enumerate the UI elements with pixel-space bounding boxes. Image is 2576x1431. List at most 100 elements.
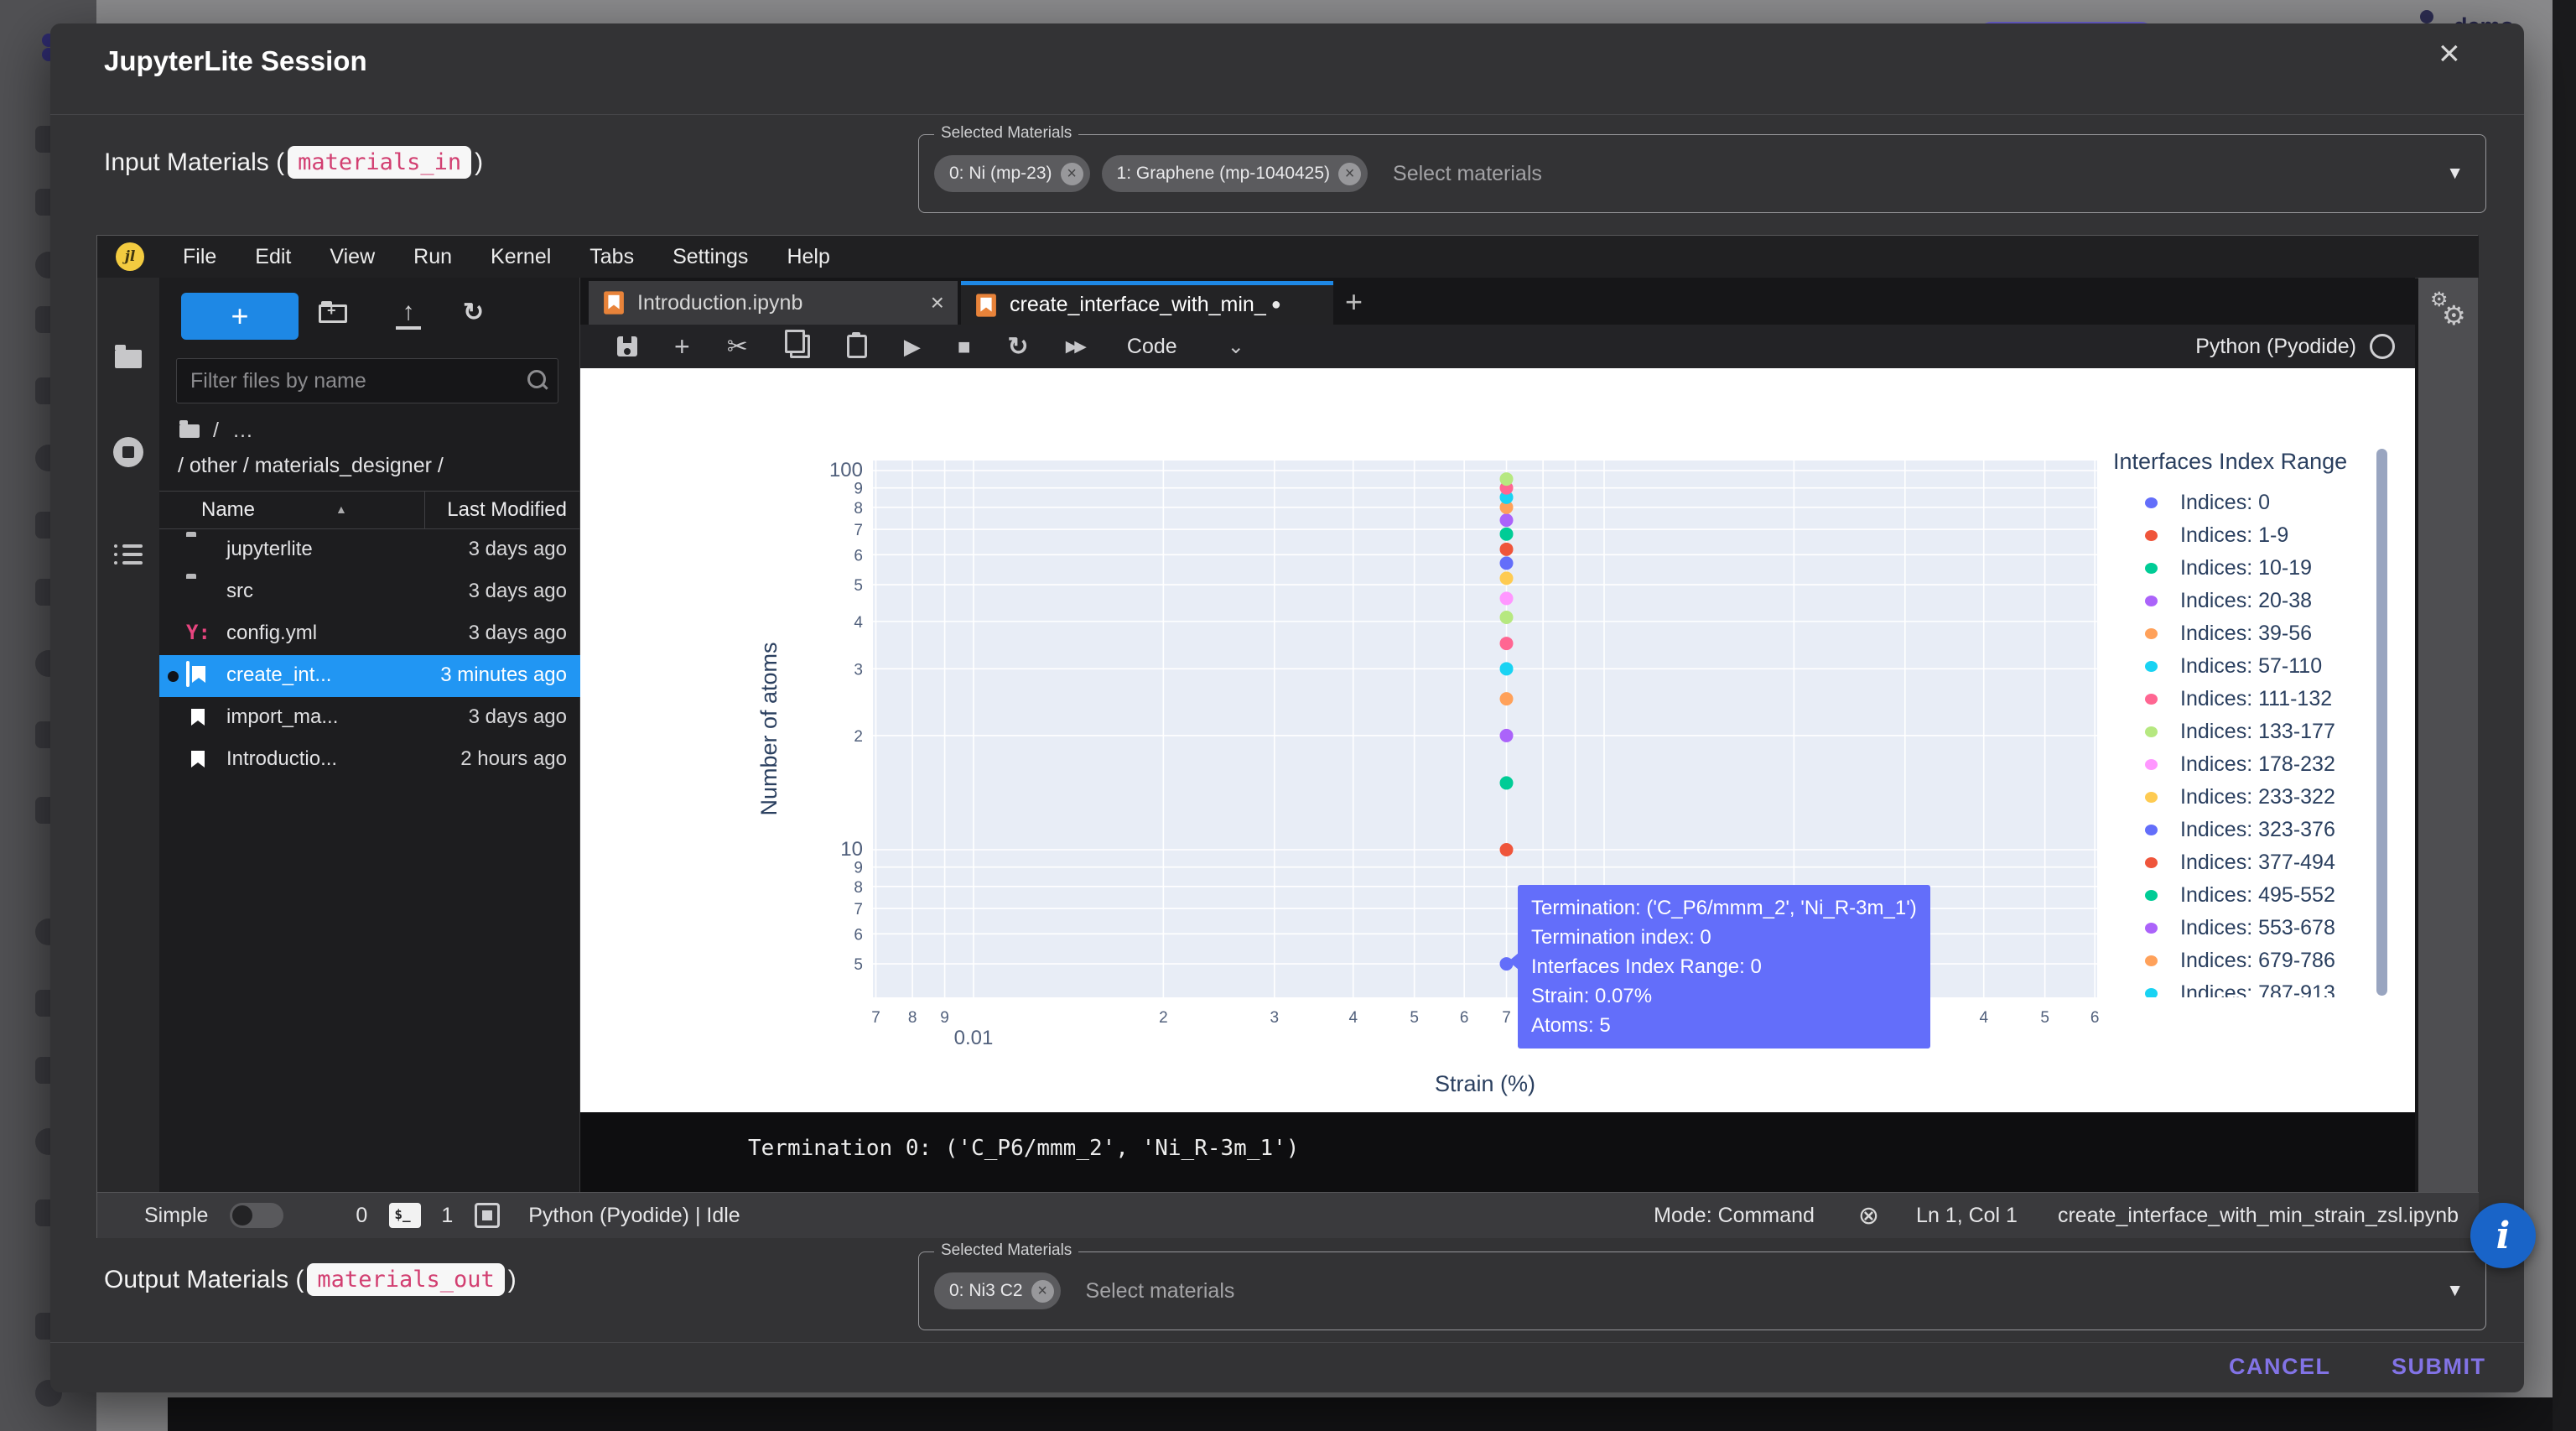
chip-remove-icon[interactable]: × (1061, 163, 1083, 185)
legend-entry[interactable]: Indices: 377-494 (2108, 846, 2402, 879)
file-name[interactable]: jupyterlite (226, 538, 313, 561)
new-launcher-button[interactable]: + (181, 293, 299, 340)
cell-type-select[interactable]: Code (1127, 335, 1177, 359)
restart-kernel-icon[interactable]: ↻ (1008, 332, 1029, 362)
file-name[interactable]: import_ma... (226, 705, 338, 729)
legend-entry[interactable]: Indices: 57-110 (2108, 650, 2402, 683)
svg-text:9: 9 (940, 1009, 949, 1027)
menu-item-tabs[interactable]: Tabs (589, 245, 634, 269)
legend-entry[interactable]: Indices: 0 (2108, 487, 2402, 519)
breadcrumb-path[interactable]: / other / materials_designer / (178, 454, 444, 478)
upload-icon[interactable]: ↑ (396, 298, 421, 330)
filter-files-input[interactable]: Filter files by name (176, 358, 558, 403)
insert-cell-icon[interactable]: + (674, 331, 690, 362)
refresh-icon[interactable]: ↻ (463, 298, 484, 327)
home-folder-icon[interactable] (179, 424, 200, 438)
file-name[interactable]: config.yml (226, 622, 317, 645)
menu-item-view[interactable]: View (330, 245, 375, 269)
breadcrumb-ellipsis[interactable]: … (232, 419, 253, 443)
svg-text:3: 3 (854, 661, 863, 679)
output-materials-select[interactable]: Selected Materials 0: Ni3 C2×Select mate… (918, 1251, 2486, 1330)
copy-icon[interactable] (785, 335, 810, 358)
select-placeholder[interactable]: Select materials (1086, 1279, 1235, 1304)
kernel-chip-icon[interactable] (475, 1203, 500, 1228)
menu-item-help[interactable]: Help (787, 245, 829, 269)
file-row[interactable]: Introductio...2 hours ago (159, 739, 580, 781)
add-tab-icon[interactable]: + (1345, 284, 1363, 320)
kernel-status-text[interactable]: Python (Pyodide) | Idle (528, 1204, 740, 1228)
menu-item-settings[interactable]: Settings (673, 245, 748, 269)
chevron-down-icon[interactable]: ▼ (2446, 164, 2464, 184)
tab-create-interface[interactable]: create_interface_with_min_ ● (961, 281, 1333, 325)
terminal-icon[interactable]: $_ (389, 1203, 421, 1228)
legend-entry[interactable]: Indices: 553-678 (2108, 912, 2402, 944)
terminals-count[interactable]: 0 (356, 1204, 367, 1228)
legend-scrollbar[interactable] (2376, 449, 2387, 996)
legend-entry[interactable]: Indices: 495-552 (2108, 879, 2402, 912)
menu-item-run[interactable]: Run (413, 245, 452, 269)
new-folder-icon[interactable] (319, 304, 347, 323)
stop-icon[interactable]: ■ (958, 334, 971, 360)
material-chip[interactable]: 0: Ni3 C2× (934, 1272, 1061, 1309)
file-list: jupyterlite3 days agosrc3 days ago Y: conf… (159, 529, 580, 781)
select-placeholder[interactable]: Select materials (1393, 162, 1542, 186)
legend-entry[interactable]: Indices: 20-38 (2108, 585, 2402, 617)
legend-entry[interactable]: Indices: 178-232 (2108, 748, 2402, 781)
mode-indicator[interactable]: Mode: Command (1654, 1204, 1815, 1228)
close-icon[interactable]: × (2438, 35, 2460, 72)
material-chip[interactable]: 0: Ni (mp-23)× (934, 155, 1090, 192)
chip-remove-icon[interactable]: × (1031, 1280, 1054, 1303)
chevron-down-icon[interactable]: ⌄ (1228, 335, 1244, 359)
file-name[interactable]: src (226, 580, 253, 603)
file-list-header[interactable]: Name ▲ Last Modified (159, 491, 580, 529)
yaml-file-icon: Y: (186, 621, 210, 645)
kernel-name[interactable]: Python (Pyodide) (2195, 335, 2356, 359)
column-last-modified[interactable]: Last Modified (447, 498, 567, 522)
simple-mode-toggle[interactable] (230, 1203, 283, 1228)
legend-entry[interactable]: Indices: 111-132 (2108, 683, 2402, 716)
tab-close-icon[interactable]: × (931, 289, 944, 316)
legend-entry[interactable]: Indices: 133-177 (2108, 716, 2402, 748)
legend-entry[interactable]: Indices: 233-322 (2108, 781, 2402, 814)
menu-item-file[interactable]: File (183, 245, 216, 269)
cut-icon[interactable]: ✂ (727, 332, 748, 362)
tab-introduction-ipynb[interactable]: Introduction.ipynb × (589, 281, 958, 325)
legend-entry[interactable]: Indices: 10-19 (2108, 552, 2402, 585)
file-row[interactable]: Y:config.yml3 days ago (159, 613, 580, 655)
legend-title: Interfaces Index Range (2113, 449, 2402, 475)
table-of-contents-tab-icon[interactable] (97, 544, 159, 566)
running-kernels-tab-icon[interactable] (97, 437, 159, 467)
chevron-down-icon[interactable]: ▼ (2446, 1281, 2464, 1301)
file-browser-tab-icon[interactable] (97, 350, 159, 368)
breadcrumb[interactable]: / … (179, 419, 253, 443)
kernels-count[interactable]: 1 (441, 1204, 453, 1228)
legend-entry[interactable]: Indices: 39-56 (2108, 617, 2402, 650)
material-chip[interactable]: 1: Graphene (mp-1040425)× (1102, 155, 1368, 192)
file-name[interactable]: Introductio... (226, 747, 337, 771)
menu-item-edit[interactable]: Edit (255, 245, 291, 269)
cancel-button[interactable]: CANCEL (2229, 1354, 2331, 1380)
legend-entry[interactable]: Indices: 679-786 (2108, 944, 2402, 977)
svg-text:8: 8 (854, 879, 863, 897)
input-materials-select[interactable]: Selected Materials 0: Ni (mp-23)×1: Grap… (918, 134, 2486, 213)
submit-button[interactable]: SUBMIT (2392, 1354, 2486, 1380)
chip-remove-icon[interactable]: × (1338, 163, 1361, 185)
file-row[interactable]: jupyterlite3 days ago (159, 529, 580, 571)
svg-text:6: 6 (1460, 1009, 1469, 1027)
column-name[interactable]: Name (201, 498, 255, 522)
legend-entry[interactable]: Indices: 787-913 (2108, 977, 2402, 997)
save-icon[interactable] (617, 336, 637, 356)
legend-entry[interactable]: Indices: 1-9 (2108, 519, 2402, 552)
run-icon[interactable]: ▶ (904, 334, 921, 360)
file-name[interactable]: create_int... (226, 663, 331, 687)
file-row[interactable]: import_ma...3 days ago (159, 697, 580, 739)
file-row[interactable]: src3 days ago (159, 571, 580, 613)
restart-run-all-icon[interactable]: ▶▶ (1066, 337, 1083, 356)
termination-output-line: Termination 0: ('C_P6/mmm_2', 'Ni_R-3m_1… (748, 1136, 1299, 1161)
legend-entry[interactable]: Indices: 323-376 (2108, 814, 2402, 846)
menu-item-kernel[interactable]: Kernel (491, 245, 551, 269)
info-button[interactable]: i (2470, 1203, 2536, 1268)
file-row[interactable]: create_int...3 minutes ago (159, 655, 580, 697)
paste-icon[interactable] (847, 335, 867, 358)
cursor-position[interactable]: Ln 1, Col 1 (1916, 1204, 2018, 1228)
